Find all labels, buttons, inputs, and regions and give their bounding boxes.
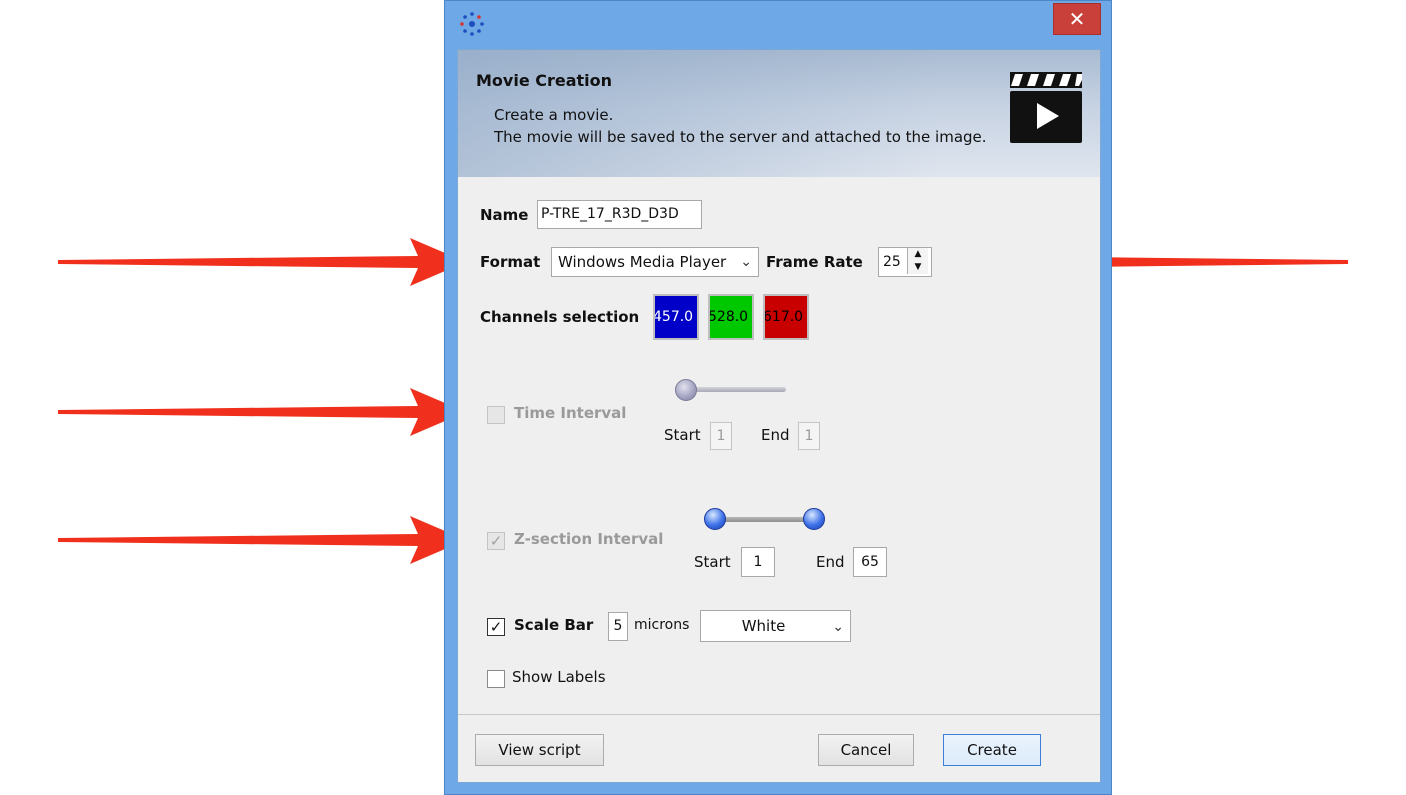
description-line-1: Create a movie. [494, 106, 614, 124]
scale-bar-checkbox[interactable]: ✓ [487, 618, 505, 636]
z-section-slider[interactable] [716, 517, 816, 522]
channel-button-528[interactable]: 528.0 [708, 294, 754, 340]
show-labels-label: Show Labels [512, 668, 606, 686]
cancel-button[interactable]: Cancel [818, 734, 914, 766]
close-button[interactable]: ✕ [1053, 3, 1101, 35]
time-interval-slider[interactable] [684, 387, 786, 392]
z-start-field[interactable]: 1 [741, 547, 775, 577]
time-end-field[interactable]: 1 [798, 422, 820, 450]
scale-bar-color-select[interactable]: White ⌄ [700, 610, 851, 642]
dialog-title: Movie Creation [476, 71, 613, 90]
frame-rate-spinner[interactable]: 25 ▲ ▼ [878, 247, 932, 277]
movie-creation-window: ✕ Movie Creation Create a movie. The mov… [444, 0, 1112, 795]
name-field[interactable]: P-TRE_17_R3D_D3D [537, 200, 702, 229]
chevron-down-icon: ⌄ [740, 254, 752, 270]
title-bar[interactable]: ✕ [445, 1, 1111, 41]
scale-bar-size-field[interactable]: 5 [608, 612, 628, 641]
frame-rate-label: Frame Rate [766, 253, 863, 271]
z-end-field[interactable]: 65 [853, 547, 887, 577]
channel-button-457[interactable]: 457.0 [653, 294, 699, 340]
annotation-arrow-z-interval [58, 516, 466, 564]
dialog-client-area: Movie Creation Create a movie. The movie… [457, 49, 1101, 783]
time-start-field[interactable]: 1 [710, 422, 732, 450]
z-end-label: End [816, 553, 845, 571]
description-line-2: The movie will be saved to the server an… [494, 128, 987, 146]
create-button[interactable]: Create [943, 734, 1041, 766]
show-labels-checkbox[interactable] [487, 670, 505, 688]
scale-bar-unit-label: microns [634, 617, 690, 633]
annotation-arrow-time-interval [58, 388, 466, 436]
z-start-label: Start [694, 553, 731, 571]
annotation-arrow-format [58, 238, 466, 286]
spinner-up-icon[interactable]: ▲ [907, 248, 928, 262]
app-logo-icon [460, 12, 484, 36]
z-section-interval-label: Z-section Interval [514, 530, 664, 548]
name-label: Name [480, 206, 529, 224]
channels-selection-label: Channels selection [480, 308, 640, 326]
time-end-label: End [761, 426, 790, 444]
time-start-label: Start [664, 426, 701, 444]
chevron-down-icon: ⌄ [832, 619, 844, 635]
spinner-down-icon[interactable]: ▼ [907, 261, 928, 274]
button-bar-separator [458, 714, 1100, 715]
scale-bar-color-value: White [741, 617, 786, 635]
dialog-description: Create a movie. The movie will be saved … [494, 104, 987, 148]
scale-bar-label: Scale Bar [514, 616, 594, 634]
time-interval-label: Time Interval [514, 404, 627, 422]
frame-rate-value: 25 [883, 254, 901, 270]
z-section-interval-checkbox[interactable]: ✓ [487, 532, 505, 550]
z-end-handle[interactable] [803, 508, 825, 530]
format-label: Format [480, 253, 541, 271]
clapperboard-icon [1010, 72, 1082, 143]
time-interval-checkbox[interactable] [487, 406, 505, 424]
view-script-button[interactable]: View script [475, 734, 604, 766]
format-select[interactable]: Windows Media Player ⌄ [551, 247, 759, 277]
header-banner: Movie Creation Create a movie. The movie… [458, 50, 1100, 177]
z-start-handle[interactable] [704, 508, 726, 530]
close-icon: ✕ [1068, 7, 1086, 31]
time-slider-handle[interactable] [675, 379, 697, 401]
format-selected-value: Windows Media Player [558, 253, 727, 271]
channel-button-617[interactable]: 617.0 [763, 294, 809, 340]
